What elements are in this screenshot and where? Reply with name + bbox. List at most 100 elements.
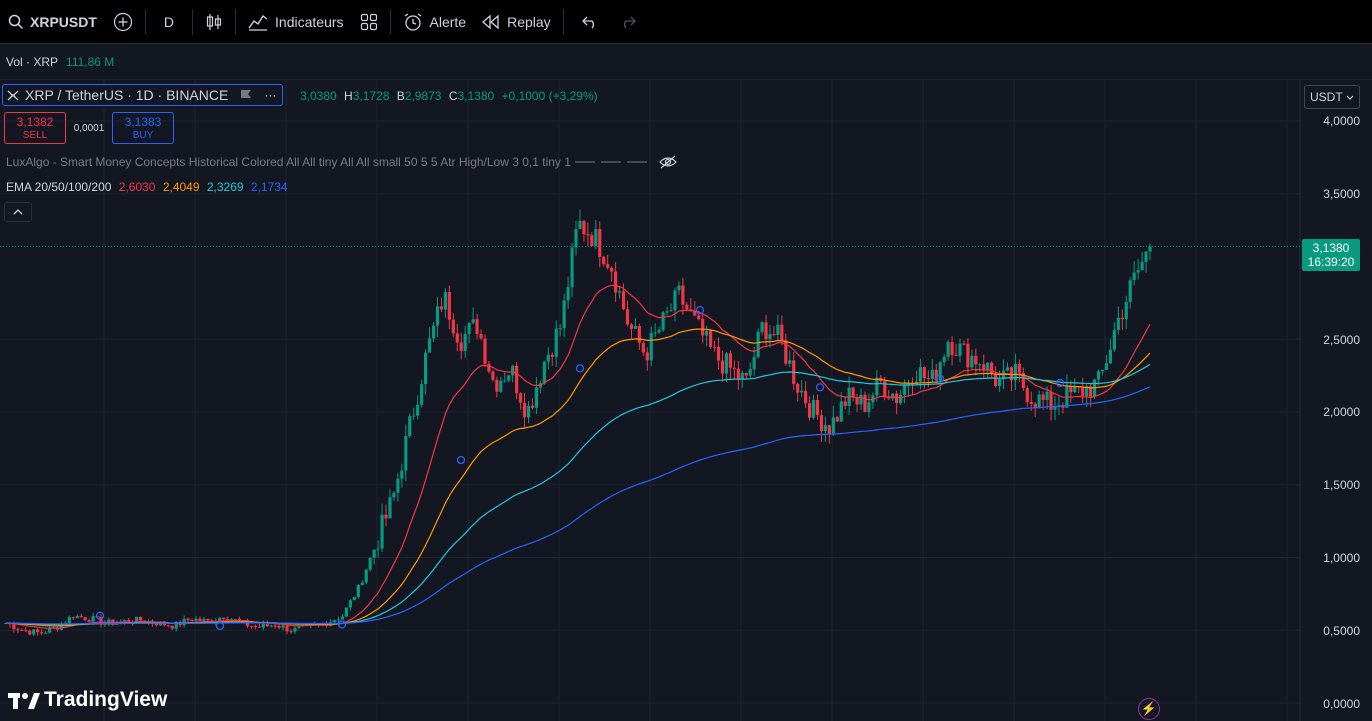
compare-button[interactable] bbox=[105, 0, 141, 44]
candle-body bbox=[503, 380, 507, 382]
candle-body bbox=[24, 630, 28, 632]
candle-body bbox=[233, 619, 238, 621]
candle-body bbox=[32, 629, 36, 635]
candle-body bbox=[899, 394, 903, 404]
add-circle-icon bbox=[113, 12, 133, 31]
candle-body bbox=[685, 304, 689, 310]
candle-body bbox=[515, 365, 519, 394]
candle-body bbox=[716, 346, 721, 361]
candle-body bbox=[566, 287, 570, 301]
candle-body bbox=[796, 383, 800, 393]
candle-body bbox=[701, 318, 705, 336]
candle-body bbox=[534, 387, 539, 408]
candle-body bbox=[455, 333, 459, 343]
candle-body bbox=[681, 285, 685, 305]
chart-pane[interactable] bbox=[0, 80, 1372, 721]
chart-type-button[interactable] bbox=[197, 0, 231, 44]
candle-body bbox=[895, 393, 899, 404]
volume-legend: Vol · XRP 111,86 M bbox=[0, 44, 1372, 80]
candle-body bbox=[123, 620, 127, 622]
candle-body bbox=[804, 390, 808, 404]
alert-button[interactable]: Alerte bbox=[395, 0, 475, 44]
top-toolbar: XRPUSDT D Indicateurs Alerte Replay bbox=[0, 0, 1372, 44]
candle-body bbox=[649, 333, 653, 361]
candle-body bbox=[265, 624, 269, 627]
candle-body bbox=[75, 615, 79, 619]
candle-body bbox=[222, 617, 226, 620]
candle-body bbox=[748, 369, 752, 376]
rewind-icon bbox=[482, 14, 499, 29]
bolt-button[interactable]: ⚡ bbox=[1138, 698, 1160, 720]
ema-indicator-legend[interactable]: EMA 20/50/100/200 2,6030 2,4049 2,3269 2… bbox=[6, 180, 288, 194]
candle-body bbox=[352, 596, 356, 601]
candle-body bbox=[645, 352, 649, 361]
candle-body bbox=[875, 377, 879, 396]
replay-button[interactable]: Replay bbox=[474, 0, 559, 44]
candle-body bbox=[558, 328, 562, 330]
separator bbox=[562, 8, 564, 35]
candle-body bbox=[416, 404, 420, 416]
luxalgo-label: LuxAlgo - Smart Money Concepts Historica… bbox=[6, 155, 571, 169]
candle-body bbox=[819, 415, 824, 432]
symbol-legend[interactable]: XRP / TetherUS · 1D · BINANCE ··· bbox=[2, 84, 284, 106]
candle-body bbox=[289, 631, 293, 633]
candle-body bbox=[657, 329, 661, 333]
luxalgo-indicator-legend[interactable]: LuxAlgo - Smart Money Concepts Historica… bbox=[6, 155, 677, 169]
candle-body bbox=[586, 234, 590, 236]
candle-body bbox=[954, 354, 958, 356]
candle-body bbox=[344, 607, 349, 617]
candles-icon bbox=[206, 13, 222, 30]
tradingview-logo[interactable]: TradingView bbox=[8, 688, 167, 712]
collapse-legend-button[interactable] bbox=[4, 202, 32, 222]
candle-body bbox=[412, 415, 416, 417]
candle-body bbox=[764, 322, 768, 340]
candle-body bbox=[598, 229, 602, 257]
candle-body bbox=[610, 267, 614, 272]
candle-body bbox=[811, 399, 816, 418]
candle-body bbox=[855, 397, 859, 405]
ema100-line bbox=[5, 363, 1151, 626]
candle-body bbox=[728, 353, 733, 368]
price-chart[interactable] bbox=[0, 80, 1372, 721]
candle-body bbox=[590, 235, 594, 246]
low-value: 2,9873 bbox=[404, 89, 442, 103]
candle-body bbox=[546, 354, 550, 362]
templates-button[interactable] bbox=[352, 0, 386, 44]
candle-body bbox=[891, 393, 895, 399]
undo-button[interactable] bbox=[568, 0, 612, 44]
candle-body bbox=[661, 312, 665, 330]
candle-body bbox=[1100, 369, 1105, 372]
candle-body bbox=[471, 319, 475, 323]
redo-button[interactable] bbox=[612, 0, 644, 44]
spread-value: 0,0001 bbox=[73, 122, 105, 134]
axis-tick: 2,5000 bbox=[1323, 333, 1360, 347]
candle-body bbox=[815, 399, 820, 416]
indicators-button[interactable]: Indicateurs bbox=[240, 0, 351, 44]
flag-icon[interactable] bbox=[240, 89, 252, 101]
candle-body bbox=[451, 319, 455, 334]
candle-body bbox=[978, 364, 982, 366]
eye-hidden-icon[interactable] bbox=[659, 155, 677, 169]
currency-label: USDT bbox=[1310, 90, 1343, 104]
candle-body bbox=[673, 290, 677, 311]
candle-body bbox=[198, 618, 202, 621]
candle-body bbox=[218, 617, 222, 621]
candle-body bbox=[641, 342, 645, 353]
more-options-button[interactable]: ··· bbox=[264, 88, 276, 102]
buy-button[interactable]: 3,1383 BUY bbox=[112, 112, 174, 144]
candle-body bbox=[285, 625, 289, 632]
candle-body bbox=[166, 625, 170, 627]
candle-body bbox=[36, 629, 40, 633]
candle-body bbox=[780, 324, 784, 341]
candle-body bbox=[807, 403, 812, 418]
candle-body bbox=[902, 385, 907, 395]
symbol-search[interactable]: XRPUSDT bbox=[0, 0, 105, 44]
candle-body bbox=[732, 367, 736, 369]
currency-selector[interactable]: USDT bbox=[1304, 85, 1360, 109]
indicators-icon bbox=[248, 14, 268, 31]
sell-button[interactable]: 3,1382 SELL bbox=[4, 112, 66, 144]
buy-label: BUY bbox=[132, 130, 154, 141]
interval-button[interactable]: D bbox=[150, 0, 188, 44]
candle-body bbox=[257, 626, 261, 628]
candle-body bbox=[542, 361, 546, 384]
